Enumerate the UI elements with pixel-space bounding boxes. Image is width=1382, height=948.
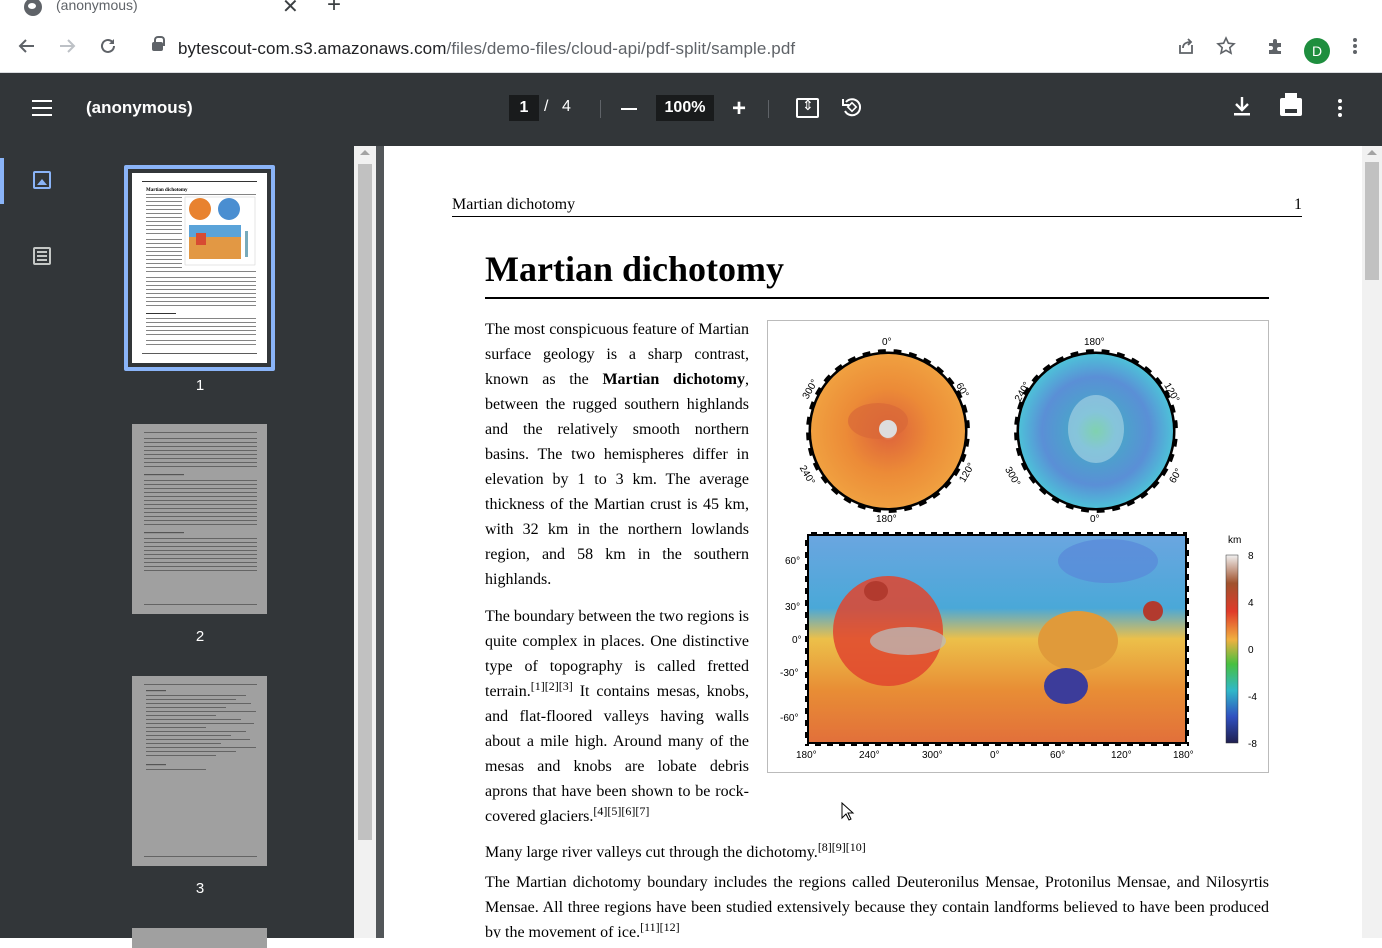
scrollbar-thumb[interactable] xyxy=(358,164,372,840)
map-lat-label: 60° xyxy=(785,556,800,567)
back-icon[interactable] xyxy=(17,36,37,60)
document-title: (anonymous) xyxy=(86,98,193,117)
tab-close-icon[interactable]: ✕ xyxy=(282,0,299,19)
scale-tick: -4 xyxy=(1248,692,1257,703)
url-text[interactable]: bytescout-com.s3.amazonaws.com/files/dem… xyxy=(178,39,795,59)
map-lat-label: -30° xyxy=(780,668,798,679)
page-separator: / xyxy=(544,98,549,115)
zoom-input[interactable]: 100% xyxy=(656,95,714,121)
active-indicator xyxy=(0,158,4,204)
svg-text:Martian dichotomy: Martian dichotomy xyxy=(146,188,188,193)
paragraph-1: The most conspicuous feature of Martian … xyxy=(485,321,749,588)
map-lat-label: 0° xyxy=(792,635,802,646)
north-label-bottom: 180° xyxy=(876,514,897,525)
map-lon-label: 240° xyxy=(859,750,880,761)
extensions-icon[interactable] xyxy=(1266,36,1286,60)
outline-icon[interactable] xyxy=(33,247,51,265)
page-total: 4 xyxy=(562,98,571,115)
thumbnail-page-3[interactable] xyxy=(132,676,267,866)
browser-menu-icon[interactable] xyxy=(1352,36,1358,60)
thumbnails-icon[interactable] xyxy=(33,171,51,189)
scale-tick: 8 xyxy=(1248,551,1254,562)
pdf-page: Martian dichotomy 1 Martian dichotomy Th… xyxy=(384,146,1362,938)
thumbnail-sidebar: Martian dichotomy 1 2 3 xyxy=(0,146,354,948)
page-scrollbar[interactable] xyxy=(1362,146,1382,938)
new-tab-icon[interactable]: + xyxy=(327,0,341,19)
print-icon[interactable] xyxy=(1280,93,1302,116)
scrollbar-thumb[interactable] xyxy=(1365,162,1379,280)
tab-title: (anonymous) xyxy=(56,0,138,13)
map-lon-label: 180° xyxy=(796,750,817,761)
mouse-cursor-icon xyxy=(841,802,855,821)
address-bar[interactable]: bytescout-com.s3.amazonaws.com/files/dem… xyxy=(140,26,1240,64)
map-lon-label: 120° xyxy=(1111,750,1132,761)
north-label-top: 0° xyxy=(882,337,892,348)
scroll-up-arrow-icon[interactable] xyxy=(1367,150,1377,155)
scale-unit: km xyxy=(1228,535,1241,546)
zoom-out-icon[interactable] xyxy=(621,108,637,110)
paragraph-4: The Martian dichotomy boundary includes … xyxy=(485,874,1269,938)
toolbar-divider xyxy=(600,100,601,118)
lock-icon[interactable] xyxy=(152,36,165,51)
scale-tick: -8 xyxy=(1248,739,1257,750)
page-heading: Martian dichotomy xyxy=(485,249,784,289)
thumbnail-page-4[interactable] xyxy=(132,928,267,948)
reload-icon[interactable] xyxy=(98,36,118,60)
browser-tab[interactable]: (anonymous) ✕ xyxy=(0,0,310,18)
scale-tick: 0 xyxy=(1248,645,1254,656)
thumbnail-page-1[interactable]: Martian dichotomy xyxy=(132,173,267,363)
north-label-bottom-left: 240° xyxy=(797,464,817,487)
thumbnail-page-2[interactable] xyxy=(132,424,267,614)
map-lat-label: -60° xyxy=(780,713,798,724)
forward-icon[interactable] xyxy=(57,36,77,60)
thumbnail-label: 2 xyxy=(195,628,205,645)
map-lat-label: 30° xyxy=(785,602,800,613)
more-options-icon[interactable] xyxy=(1338,99,1342,120)
map-lon-label: 60° xyxy=(1050,750,1065,761)
profile-avatar[interactable]: D xyxy=(1304,38,1330,64)
browser-toolbar: bytescout-com.s3.amazonaws.com/files/dem… xyxy=(0,18,1382,73)
tab-bar: (anonymous) ✕ + xyxy=(0,0,1382,18)
running-header: Martian dichotomy 1 xyxy=(452,196,1302,217)
south-label-top: 180° xyxy=(1084,337,1105,348)
running-title: Martian dichotomy xyxy=(452,196,576,213)
paragraph-3: Many large river valleys cut through the… xyxy=(485,840,866,861)
download-icon[interactable] xyxy=(1232,95,1252,123)
page-gutter xyxy=(376,146,384,938)
south-label-bottom-left: 300° xyxy=(1002,465,1022,488)
map-lon-label: 180° xyxy=(1173,750,1194,761)
header-page-number: 1 xyxy=(1294,196,1302,213)
share-icon[interactable] xyxy=(1176,36,1196,60)
zoom-in-icon[interactable]: + xyxy=(732,97,746,121)
map-lon-label: 0° xyxy=(990,750,1000,761)
paragraph-2: The boundary between the two regions is … xyxy=(485,608,749,825)
fit-to-page-icon[interactable] xyxy=(796,97,819,118)
thumbnail-label: 3 xyxy=(195,880,205,897)
thumbnail-label: 1 xyxy=(195,377,205,394)
south-label-bottom: 0° xyxy=(1090,514,1100,525)
sidebar-scrollbar[interactable] xyxy=(354,146,376,938)
map-lon-label: 300° xyxy=(922,750,943,761)
toolbar-divider xyxy=(768,100,769,118)
page-number-input[interactable]: 1 xyxy=(509,95,539,121)
globe-icon xyxy=(24,0,42,16)
rotate-icon[interactable] xyxy=(840,95,864,125)
mars-topography-figure: 0° 300° 60° 240° 120° 180° 180° 240° 120… xyxy=(767,320,1269,773)
menu-icon[interactable] xyxy=(32,100,52,116)
scale-tick: 4 xyxy=(1248,598,1254,609)
pdf-toolbar: (anonymous) 1 / 4 100% + xyxy=(0,73,1382,146)
scroll-up-arrow-icon[interactable] xyxy=(360,150,370,155)
bookmark-star-icon[interactable] xyxy=(1216,36,1236,60)
heading-rule xyxy=(485,297,1269,299)
